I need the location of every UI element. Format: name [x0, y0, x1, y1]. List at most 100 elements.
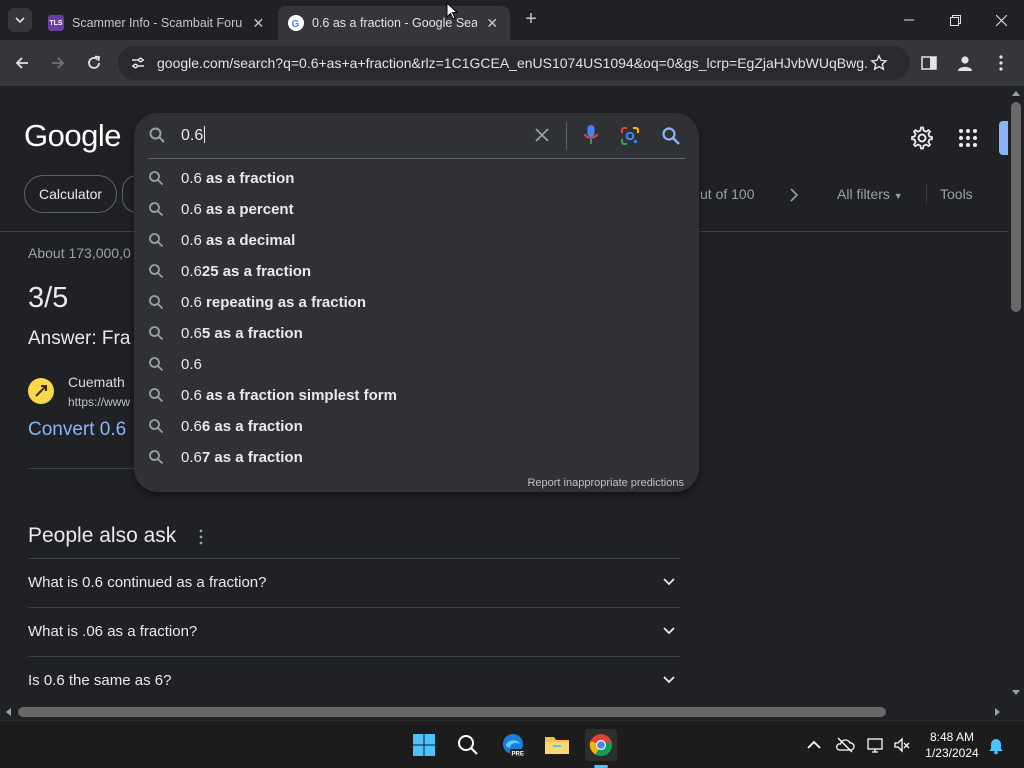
paa-question[interactable]: Is 0.6 the same as 6? [28, 656, 680, 704]
address-bar[interactable]: google.com/search?q=0.6+as+a+fraction&rl… [118, 46, 910, 80]
search-suggestion[interactable]: 0.66 as a fraction [134, 411, 699, 442]
bookmark-star-icon[interactable] [870, 54, 888, 72]
suggestion-prefix: 0.6 [181, 387, 202, 404]
taskbar-search-button[interactable] [452, 729, 484, 761]
people-also-ask-title: People also ask [28, 524, 177, 547]
search-suggestion[interactable]: 0.65 as a fraction [134, 318, 699, 349]
scroll-corner [1008, 704, 1024, 720]
sign-in-button-edge[interactable] [999, 121, 1008, 155]
chevron-down-icon [663, 676, 675, 684]
suggestion-completion: as a decimal [201, 232, 296, 249]
search-submit-icon[interactable] [661, 126, 681, 146]
restore-button[interactable] [932, 0, 978, 40]
close-tab-icon[interactable]: ✕ [485, 15, 500, 32]
search-suggestion[interactable]: 0.6 as a percent [134, 194, 699, 225]
search-icon [149, 450, 164, 465]
mouse-cursor-icon [446, 2, 458, 20]
report-predictions-link[interactable]: Report inappropriate predictions [527, 477, 684, 489]
svg-text:PRE: PRE [512, 752, 524, 758]
close-icon [995, 14, 1007, 26]
onedrive-cloud-icon[interactable] [835, 735, 855, 755]
search-suggestion[interactable]: 0.6 as a decimal [134, 225, 699, 256]
search-icon [149, 419, 164, 434]
suggestion-text: 0.6 as a percent [181, 201, 294, 218]
reload-button[interactable] [81, 50, 107, 76]
search-suggestion[interactable]: 0.6 repeating as a fraction [134, 287, 699, 318]
divider [148, 158, 685, 159]
search-suggestion[interactable]: 0.6 as a fraction [134, 163, 699, 194]
suggestion-text: 0.6 [181, 356, 202, 373]
search-suggestion[interactable]: 0.625 as a fraction [134, 256, 699, 287]
clear-search-icon[interactable] [534, 127, 550, 143]
minimize-button[interactable] [886, 0, 932, 40]
back-button[interactable] [9, 50, 35, 76]
google-lens-icon[interactable] [620, 126, 640, 146]
forward-button[interactable] [45, 50, 71, 76]
profile-avatar-icon[interactable] [956, 54, 974, 72]
more-options-icon[interactable] [196, 528, 206, 546]
folder-icon [545, 737, 569, 754]
notification-bell-icon[interactable] [986, 735, 1006, 755]
scroll-right-icon[interactable] [995, 708, 1001, 716]
suggestion-text: 0.6 as a fraction simplest form [181, 387, 397, 404]
paa-question[interactable]: What is 0.6 continued as a fraction? [28, 558, 680, 607]
site-settings-icon[interactable] [130, 55, 146, 71]
suggestion-prefix: 0.6 [181, 418, 202, 435]
tab-google-search[interactable]: G 0.6 as a fraction - Google Search ✕ [278, 6, 510, 40]
tab-strip: TLS Scammer Info - Scambait Forum ✕ G 0.… [0, 0, 1024, 40]
source-url: https://www [68, 395, 131, 409]
google-favicon-icon: G [288, 15, 304, 31]
svg-text:G: G [292, 19, 300, 29]
scroll-down-icon[interactable] [1012, 690, 1020, 696]
source-result-link[interactable]: Convert 0.6 [28, 419, 126, 441]
paa-question[interactable]: What is .06 as a fraction? [28, 607, 680, 656]
voice-search-microphone-icon[interactable] [583, 124, 599, 146]
chevron-right-icon[interactable] [788, 188, 800, 202]
suggestion-text: 0.6 as a decimal [181, 232, 295, 249]
search-suggestion[interactable]: 0.6 as a fraction simplest form [134, 380, 699, 411]
settings-gear-icon[interactable] [910, 126, 934, 150]
source-site-name: Cuemath [68, 374, 125, 390]
google-apps-icon[interactable] [956, 126, 980, 150]
more-menu-icon[interactable] [995, 54, 1007, 72]
horizontal-scrollbar-thumb[interactable] [18, 707, 886, 717]
file-explorer-button[interactable] [541, 729, 573, 761]
search-input[interactable]: 0.6 [181, 126, 206, 145]
chevron-down-icon [663, 627, 675, 635]
new-tab-button[interactable]: + [520, 9, 542, 31]
google-logo[interactable]: Google [24, 118, 121, 154]
vertical-scrollbar[interactable] [1008, 86, 1024, 704]
scroll-left-icon[interactable] [5, 708, 11, 716]
suggestion-text: 0.6 repeating as a fraction [181, 294, 366, 311]
chrome-button[interactable] [585, 729, 617, 761]
tab-scammer-info[interactable]: TLS Scammer Info - Scambait Forum ✕ [38, 6, 276, 40]
chip-calculator[interactable]: Calculator [24, 175, 118, 213]
show-hidden-icons-icon[interactable] [804, 735, 824, 755]
volume-muted-icon[interactable] [892, 735, 912, 755]
search-icon [149, 264, 164, 279]
clock-date: 1/23/2024 [925, 746, 979, 760]
edge-dev-button[interactable]: PRE [497, 729, 529, 761]
scroll-up-icon[interactable] [1012, 90, 1020, 96]
side-panel-icon[interactable] [921, 55, 937, 71]
close-window-button[interactable] [978, 0, 1024, 40]
tab-search-button[interactable] [8, 8, 32, 32]
tools-button[interactable]: Tools [940, 186, 973, 202]
start-button[interactable] [408, 729, 440, 761]
vertical-scrollbar-thumb[interactable] [1011, 102, 1021, 312]
search-suggestion[interactable]: 0.6 [134, 349, 699, 380]
search-icon [149, 388, 164, 403]
horizontal-scrollbar[interactable] [0, 704, 1008, 720]
system-clock[interactable]: 8:48 AM 1/23/2024 [918, 729, 986, 761]
network-icon[interactable] [866, 735, 886, 755]
suggestion-completion: as a percent [201, 201, 294, 218]
close-tab-icon[interactable]: ✕ [251, 15, 266, 32]
search-icon [149, 171, 164, 186]
search-suggestion[interactable]: 0.67 as a fraction [134, 442, 699, 473]
chip-out-of-100[interactable]: ut of 100 [700, 186, 755, 202]
search-icon [458, 735, 478, 755]
reload-icon [88, 55, 101, 69]
all-filters-button[interactable]: All filters ▼ [837, 186, 903, 202]
suggestion-text: 0.66 as a fraction [181, 418, 303, 435]
suggestion-completion: 7 as a fraction [201, 449, 303, 466]
